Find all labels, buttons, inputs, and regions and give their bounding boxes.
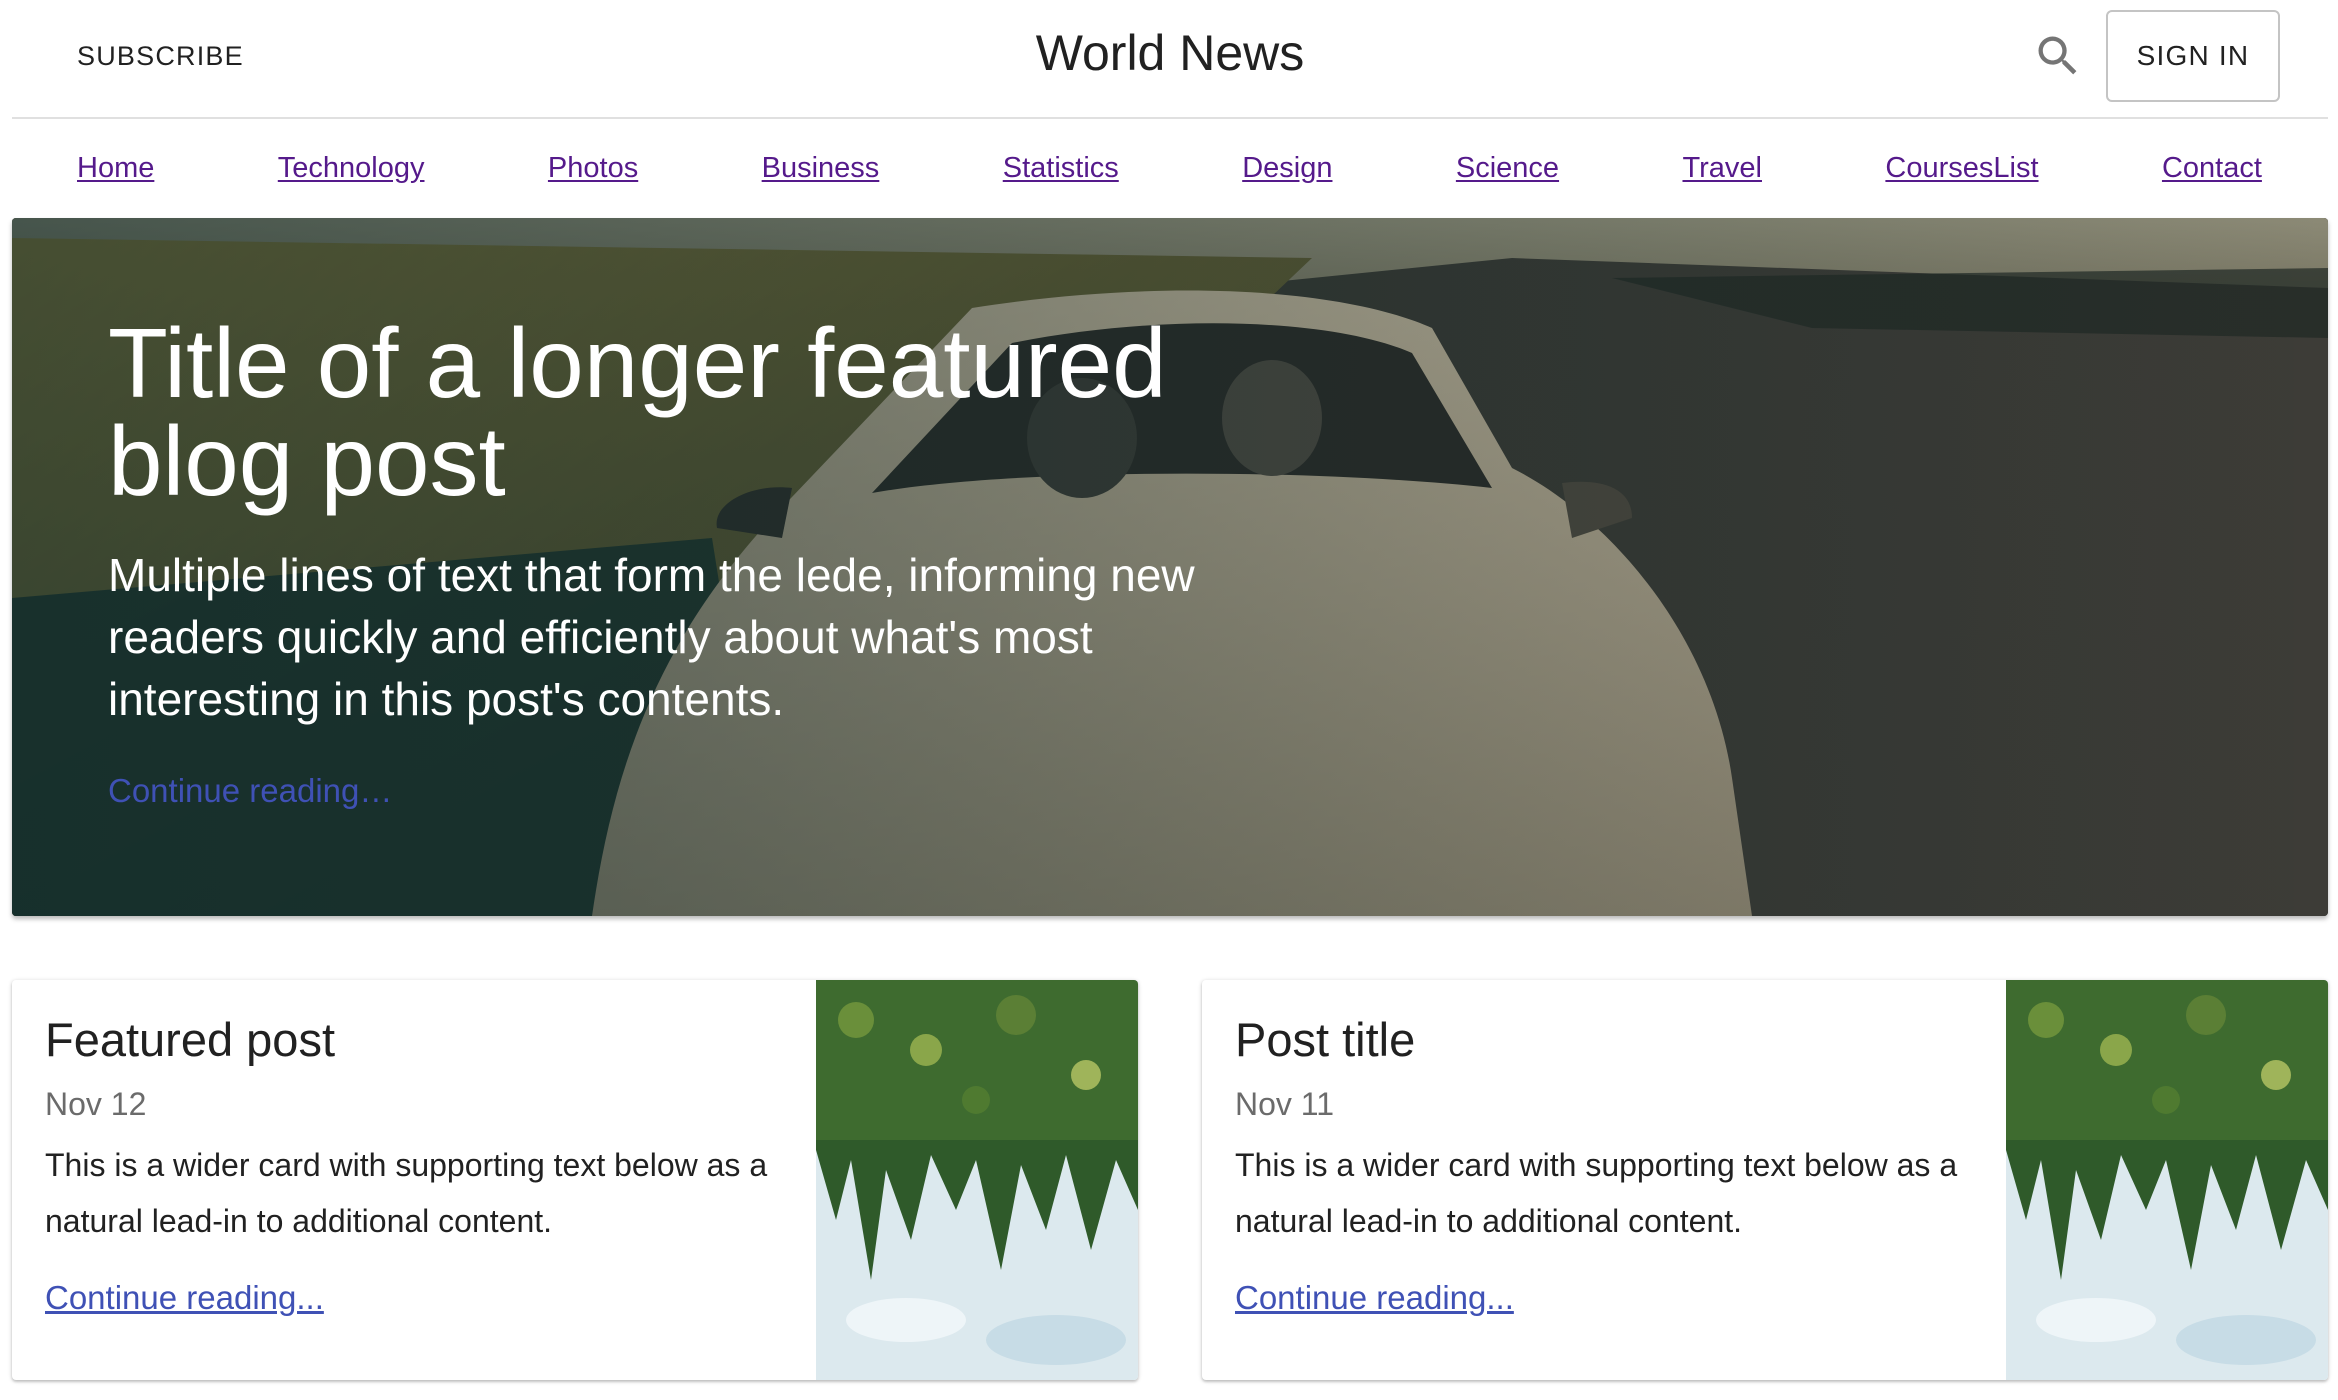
- search-button[interactable]: [2032, 30, 2084, 82]
- nav-link-courseslist[interactable]: CoursesList: [1885, 152, 2038, 185]
- hero-lede: Multiple lines of text that form the led…: [108, 549, 1195, 725]
- card-date: Nov 12: [45, 1086, 147, 1122]
- card-content: Featured post Nov 12 This is a wider car…: [45, 1012, 785, 1317]
- card-title: Post title: [1235, 1013, 1416, 1066]
- hero-title: Title of a longer featured blog post: [108, 308, 1167, 516]
- card-continue-reading-link[interactable]: Continue reading...: [1235, 1279, 1975, 1317]
- card-date: Nov 11: [1235, 1086, 1335, 1122]
- blog-page: SUBSCRIBE World News SIGN IN Home Techno…: [0, 0, 2338, 1400]
- post-card[interactable]: Post title Nov 11 This is a wider card w…: [1202, 980, 2328, 1380]
- search-icon: [2038, 36, 2077, 75]
- main-featured-post: Title of a longer featured blog post Mul…: [12, 218, 2328, 916]
- sign-in-button[interactable]: SIGN IN: [2106, 10, 2280, 102]
- nav-link-home[interactable]: Home: [77, 152, 154, 185]
- nav-link-design[interactable]: Design: [1242, 152, 1332, 185]
- header-toolbar: SUBSCRIBE World News SIGN IN: [12, 0, 2328, 119]
- subscribe-button[interactable]: SUBSCRIBE: [77, 41, 244, 72]
- card-description: This is a wider card with supporting tex…: [1235, 1147, 1958, 1239]
- card-continue-reading-link[interactable]: Continue reading...: [45, 1279, 785, 1317]
- card-title: Featured post: [45, 1013, 336, 1066]
- card-image: [2006, 980, 2328, 1380]
- nav-link-statistics[interactable]: Statistics: [1003, 152, 1119, 185]
- card-content: Post title Nov 11 This is a wider card w…: [1235, 1012, 1975, 1317]
- nav-link-business[interactable]: Business: [762, 152, 880, 185]
- hero-text-block: Title of a longer featured blog post Mul…: [108, 314, 1208, 810]
- site-title: World News: [1035, 25, 1305, 81]
- nav-link-contact[interactable]: Contact: [2162, 152, 2262, 185]
- card-image: [816, 980, 1138, 1380]
- nav-link-photos[interactable]: Photos: [548, 152, 638, 185]
- section-nav: Home Technology Photos Business Statisti…: [77, 148, 2262, 188]
- nav-link-technology[interactable]: Technology: [278, 152, 425, 185]
- featured-post-card[interactable]: Featured post Nov 12 This is a wider car…: [12, 980, 1138, 1380]
- nav-link-travel[interactable]: Travel: [1682, 152, 1762, 185]
- card-description: This is a wider card with supporting tex…: [45, 1147, 768, 1239]
- nav-link-science[interactable]: Science: [1456, 152, 1559, 185]
- hero-continue-reading-link[interactable]: Continue reading…: [108, 772, 392, 810]
